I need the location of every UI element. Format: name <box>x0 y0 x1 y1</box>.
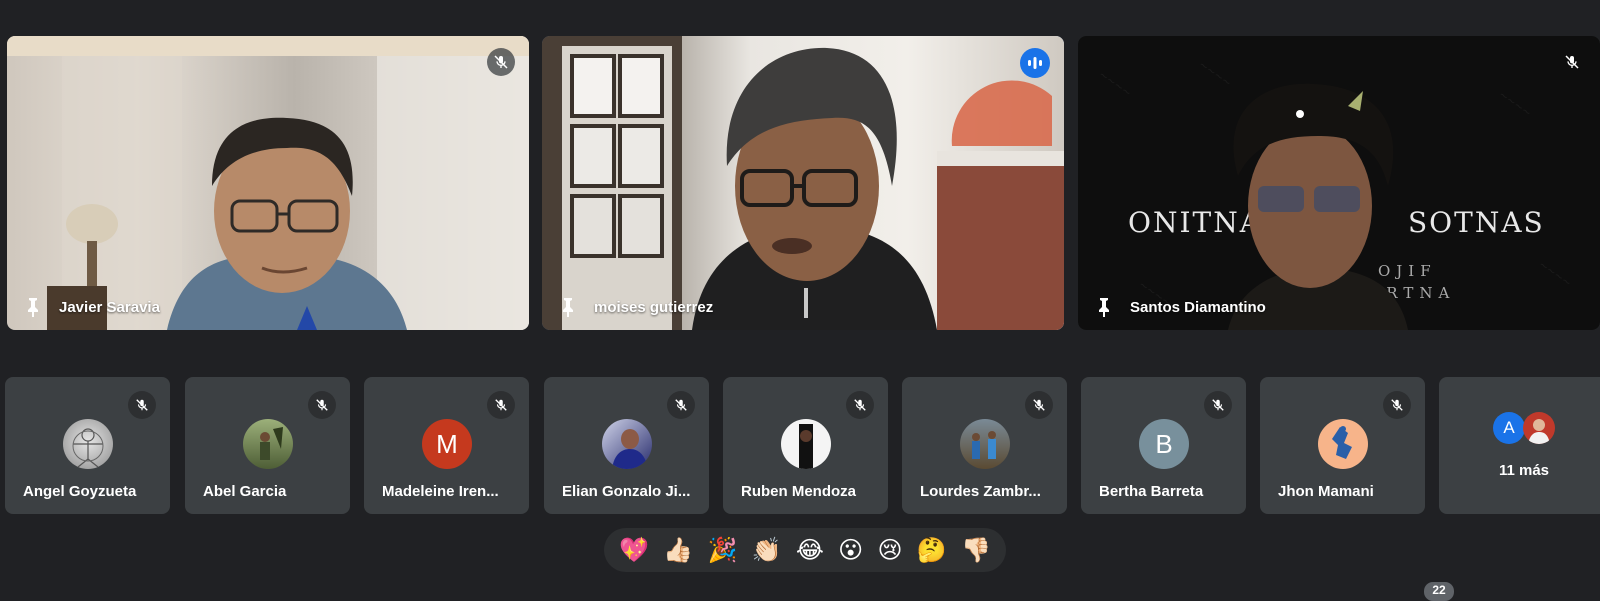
avatar <box>1523 412 1555 444</box>
mic-off-icon <box>128 391 156 419</box>
video-tile-santos[interactable]: ~~~~ ~~~~ ~~~~ ~~~~ ~~~~ ONITNAM SOTNAS … <box>1078 36 1600 330</box>
avatar: B <box>1139 419 1189 469</box>
pin-icon[interactable] <box>1090 294 1118 320</box>
participant-name: Angel Goyzueta <box>23 483 137 500</box>
avatar-initial: A <box>1503 418 1515 437</box>
mic-off-icon <box>846 391 874 419</box>
more-participants-label: 11 más <box>1498 462 1550 479</box>
reaction-thinking[interactable]: 🤔 <box>917 538 947 562</box>
mic-off-icon <box>1383 391 1411 419</box>
video-feed <box>542 36 1064 330</box>
participant-tile[interactable]: Lourdes Zambr... <box>902 377 1067 514</box>
participant-tile[interactable]: Elian Gonzalo Ji... <box>544 377 709 514</box>
avatar-initial: M <box>436 428 458 459</box>
participant-tile[interactable]: M Madeleine Iren... <box>364 377 529 514</box>
svg-text:~~~~: ~~~~ <box>1196 58 1234 90</box>
svg-text:OJIF: OJIF <box>1378 262 1437 280</box>
participant-name: Santos Diamantino <box>1130 299 1266 316</box>
participant-name: Jhon Mamani <box>1278 483 1374 500</box>
mic-off-icon <box>308 391 336 419</box>
participant-name: moises gutierrez <box>594 299 714 316</box>
svg-text:~~~~: ~~~~ <box>1096 68 1134 100</box>
video-tile-moises[interactable]: moises gutierrez <box>542 36 1064 330</box>
pin-icon[interactable] <box>19 294 47 320</box>
participant-name: Javier Saravia <box>59 299 160 316</box>
reaction-sparkling-heart[interactable]: 💖 <box>619 538 649 562</box>
participant-count-badge[interactable]: 22 <box>1424 582 1454 601</box>
avatar-initial: B <box>1155 428 1173 459</box>
svg-text:~~~~: ~~~~ <box>1496 88 1534 120</box>
svg-text:SOTNAS: SOTNAS <box>1408 206 1545 239</box>
reaction-thumbs-down[interactable]: 👎🏻 <box>961 538 991 562</box>
reaction-clapping[interactable]: 👏🏻 <box>752 538 782 562</box>
avatar <box>781 419 831 469</box>
participant-tile[interactable]: Jhon Mamani <box>1260 377 1425 514</box>
avatar: M <box>422 419 472 469</box>
mic-off-icon <box>487 391 515 419</box>
participant-tile[interactable]: Angel Goyzueta <box>5 377 170 514</box>
participant-tile[interactable]: Abel Garcia <box>185 377 350 514</box>
mic-off-icon <box>1558 48 1586 76</box>
video-tile-javier[interactable]: Javier Saravia <box>7 36 529 330</box>
participant-name: Ruben Mendoza <box>741 483 856 500</box>
participant-tile[interactable]: Ruben Mendoza <box>723 377 888 514</box>
reaction-thumbs-up[interactable]: 👍🏻 <box>663 538 693 562</box>
reaction-surprised[interactable]: 😮 <box>838 538 863 562</box>
participant-name: Bertha Barreta <box>1099 483 1204 500</box>
participant-name: Abel Garcia <box>203 483 287 500</box>
participant-tile[interactable]: B Bertha Barreta <box>1081 377 1246 514</box>
more-participants-tile[interactable]: A 11 más <box>1439 377 1600 514</box>
avatar <box>1318 419 1368 469</box>
participant-name: Lourdes Zambr... <box>920 483 1041 500</box>
reaction-party-popper[interactable]: 🎉 <box>707 538 737 562</box>
avatar <box>63 419 113 469</box>
speaking-indicator-icon <box>1020 48 1050 78</box>
participant-name: Elian Gonzalo Ji... <box>562 483 691 500</box>
avatar <box>960 419 1010 469</box>
participant-name: Madeleine Iren... <box>382 483 499 500</box>
svg-text:~~~~: ~~~~ <box>1536 258 1574 290</box>
mic-off-icon <box>1204 391 1232 419</box>
reaction-crying[interactable]: 😢 <box>877 538 902 562</box>
avatar <box>243 419 293 469</box>
mic-off-icon <box>487 48 515 76</box>
mic-off-icon <box>667 391 695 419</box>
video-feed <box>7 36 529 330</box>
reactions-bar: 💖 👍🏻 🎉 👏🏻 😂 😮 😢 🤔 👎🏻 <box>604 528 1006 572</box>
pin-icon[interactable] <box>554 294 582 320</box>
reaction-tears-of-joy[interactable]: 😂 <box>796 538 824 562</box>
avatar <box>602 419 652 469</box>
mic-off-icon <box>1025 391 1053 419</box>
avatar: A <box>1493 412 1525 444</box>
video-feed: ~~~~ ~~~~ ~~~~ ~~~~ ~~~~ ONITNAM SOTNAS … <box>1078 36 1600 330</box>
